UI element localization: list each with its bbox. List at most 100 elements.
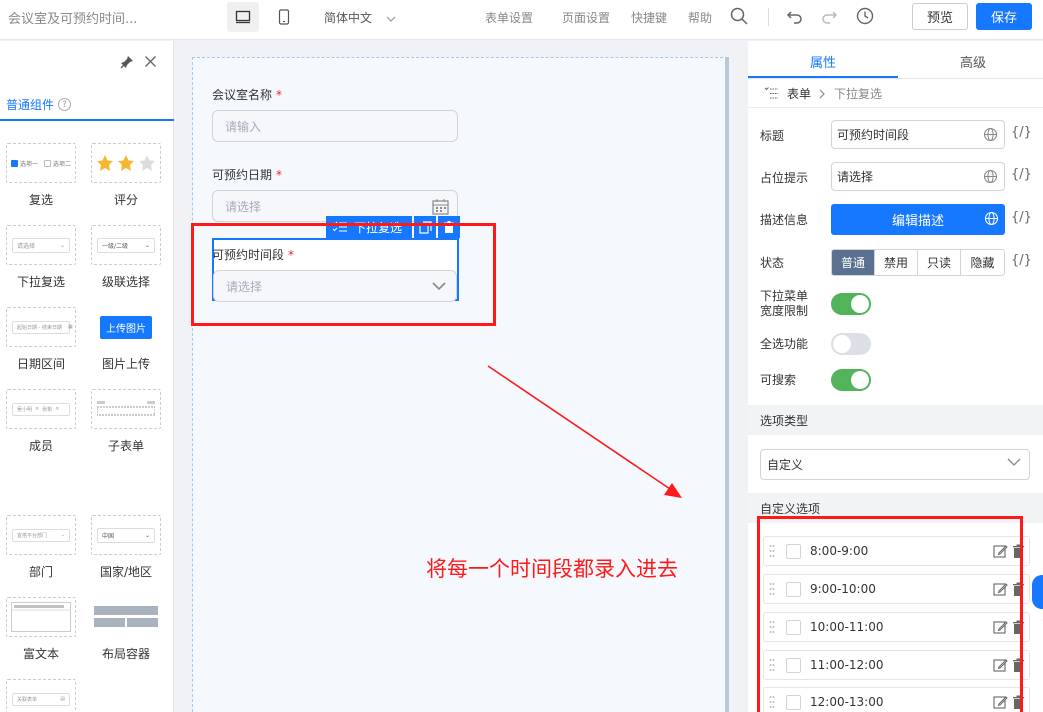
subform-icon [97,401,155,416]
widget-label: 日期区间 [16,357,65,371]
preview-text: 宜搭平台部门 [17,532,48,539]
tab-common-components[interactable]: 普通组件 ? [6,96,72,113]
widget-related-form[interactable]: 关联表单 ▤ [6,679,76,712]
toggle-knob [851,371,869,389]
form-settings-link[interactable]: 表单设置 [485,9,533,26]
widget-preview: 关联表单 ▤ [6,679,76,712]
widget-rating[interactable]: 评分 [91,143,161,208]
pin-icon[interactable] [120,55,134,69]
annotation-box-field [191,223,496,326]
tab-advanced[interactable]: 高级 [960,52,986,71]
language-select[interactable]: 简体中文 [324,9,396,26]
breadcrumb-form[interactable]: 表单 [787,85,811,102]
state-readonly[interactable]: 只读 [918,250,961,275]
widget-preview: 宜搭平台部门 ⌄ [6,515,76,555]
help-icon[interactable]: ? [58,98,72,111]
history-icon[interactable] [855,6,875,26]
field-label-room-name: 会议室名称 * [212,86,282,103]
preview-button[interactable]: 预览 [912,3,968,30]
annotation-arrow [487,365,682,498]
desktop-view-button[interactable] [227,2,259,32]
widget-country[interactable]: 中国 ⌄ 国家/地区 [91,515,161,580]
searchable-toggle[interactable] [831,369,871,391]
placeholder-text: 请输入 [225,119,262,134]
floating-assist-button[interactable] [1032,575,1043,609]
state-hidden[interactable]: 隐藏 [961,250,1004,275]
canvas-scrollbar[interactable] [725,57,729,712]
panel-tools [120,55,157,69]
chevron-right-icon [819,89,825,98]
widget-preview: 选项一 选项二 [6,143,76,183]
top-bar: 会议室及可预约时间... 简体中文 表单设置 页面设置 快捷键 帮助 预览 保存 [0,0,1043,40]
widget-layout-container[interactable]: 布局容器 [91,597,161,662]
tab-properties[interactable]: 属性 [810,52,836,71]
label-line: 宽度限制 [760,304,809,318]
widget-preview: 中国 ⌄ [91,515,161,555]
prop-label-dropdown-width: 下拉菜单 宽度限制 [760,289,808,319]
option-type-select[interactable]: 自定义 [760,449,1030,480]
chevron-down-icon [386,16,396,22]
widget-image-upload[interactable]: 上传图片 图片上传 [91,307,161,372]
select-all-toggle[interactable] [831,333,871,355]
widget-date-range[interactable]: 起始日期 - 结束日期 ▦ 日期区间 [6,307,76,372]
tree-icon [764,87,778,99]
close-icon[interactable] [144,55,157,68]
title-input[interactable]: 可预约时间段 [831,120,1005,149]
layout-icon [94,606,158,627]
room-name-input[interactable]: 请输入 [212,110,458,142]
prop-label-description: 描述信息 [760,213,809,227]
search-icon[interactable] [729,6,749,26]
mobile-view-button[interactable] [268,2,300,32]
globe-icon[interactable] [983,127,998,142]
edit-description-label: 编辑描述 [891,214,944,229]
shortcuts-link[interactable]: 快捷键 [631,9,667,26]
prop-label-searchable: 可搜索 [760,373,797,387]
widget-label: 级联选择 [101,275,150,289]
edit-description-button[interactable]: 编辑描述 [831,204,1005,235]
calendar-icon: ▦ [67,324,73,330]
widget-preview: 起始日期 - 结束日期 ▦ [6,307,76,347]
code-binding-icon[interactable]: {/} [1011,210,1032,225]
dropdown-width-toggle[interactable] [831,293,871,315]
form-title[interactable]: 会议室及可预约时间... [8,8,137,27]
widget-preview [6,597,76,637]
state-segmented-control: 普通 禁用 只读 隐藏 [831,249,1005,276]
chevron-down-icon: ⌄ [59,241,65,249]
widget-label: 评分 [113,193,138,207]
toggle-knob [851,295,869,313]
redo-icon[interactable] [819,6,839,26]
rich-text-icon [11,602,71,632]
widget-multi-select[interactable]: 请选择 ⌄ 下拉复选 [6,225,76,290]
widget-label: 子表单 [107,439,144,453]
widget-preview: 请选择 ⌄ [6,225,76,265]
code-binding-icon[interactable]: {/} [1011,253,1032,268]
code-binding-icon[interactable]: {/} [1011,167,1032,182]
widget-cascade[interactable]: 一级/二级 ⌄ 级联选择 [91,225,161,290]
widget-checkbox[interactable]: 选项一 选项二 复选 [6,143,76,208]
widget-member[interactable]: 吴小明 × 张彬 × 成员 [6,389,76,454]
widget-preview: 吴小明 × 张彬 × [6,389,76,429]
undo-icon[interactable] [785,6,805,26]
state-normal[interactable]: 普通 [832,250,875,275]
option-type-header: 选项类型 [748,405,1043,435]
state-disabled[interactable]: 禁用 [875,250,918,275]
widget-rich-text[interactable]: 富文本 [6,597,76,662]
save-button[interactable]: 保存 [976,3,1032,30]
help-link[interactable]: 帮助 [688,9,712,26]
upload-image-preview: 上传图片 [100,315,152,339]
widget-preview: 上传图片 [91,307,161,347]
code-binding-icon[interactable]: {/} [1011,125,1032,140]
page-settings-link[interactable]: 页面设置 [562,9,610,26]
preview-text: 选项一 [19,160,38,168]
toolbar-divider [768,8,769,26]
widget-department[interactable]: 宜搭平台部门 ⌄ 部门 [6,515,76,580]
phone-icon [278,9,290,25]
required-mark: * [276,88,283,102]
remove-icon: × [35,406,40,412]
widget-subform[interactable]: 子表单 [91,389,161,454]
globe-icon[interactable] [983,169,998,184]
preview-text: 张彬 [42,406,53,413]
checkbox-empty-icon [44,159,51,167]
globe-icon[interactable] [984,211,999,226]
placeholder-input[interactable]: 请选择 [831,162,1005,191]
